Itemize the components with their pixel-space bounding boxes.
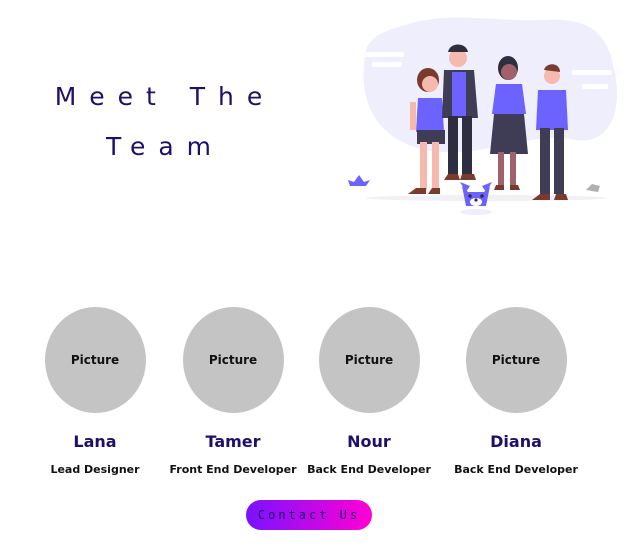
avatar: Picture: [182, 307, 284, 413]
member-role: Back End Developer: [307, 463, 431, 476]
team-member-lana: Picture Lana Lead Designer: [25, 307, 165, 476]
avatar: Picture: [318, 307, 420, 413]
page-title-line-1: Meet The: [54, 82, 276, 111]
avatar: Picture: [465, 307, 567, 413]
avatar: Picture: [44, 307, 146, 413]
team-illustration-icon: [348, 17, 618, 215]
member-name: Diana: [490, 432, 542, 451]
page-title-line-2: Team: [105, 132, 225, 161]
member-name: Lana: [73, 432, 117, 451]
contact-us-button[interactable]: Contact Us: [246, 500, 372, 530]
team-member-tamer: Picture Tamer Front End Developer: [163, 307, 303, 476]
member-role: Front End Developer: [169, 463, 297, 476]
page-title: Meet The Team: [40, 72, 290, 172]
illustration-blob: [363, 17, 618, 153]
member-role: Back End Developer: [454, 463, 578, 476]
team-member-diana: Picture Diana Back End Developer: [446, 307, 586, 476]
member-role: Lead Designer: [50, 463, 140, 476]
plant-icon: [348, 175, 370, 186]
dog-icon: [460, 182, 492, 215]
member-name: Tamer: [205, 432, 261, 451]
team-member-nour: Picture Nour Back End Developer: [299, 307, 439, 476]
member-name: Nour: [347, 432, 391, 451]
